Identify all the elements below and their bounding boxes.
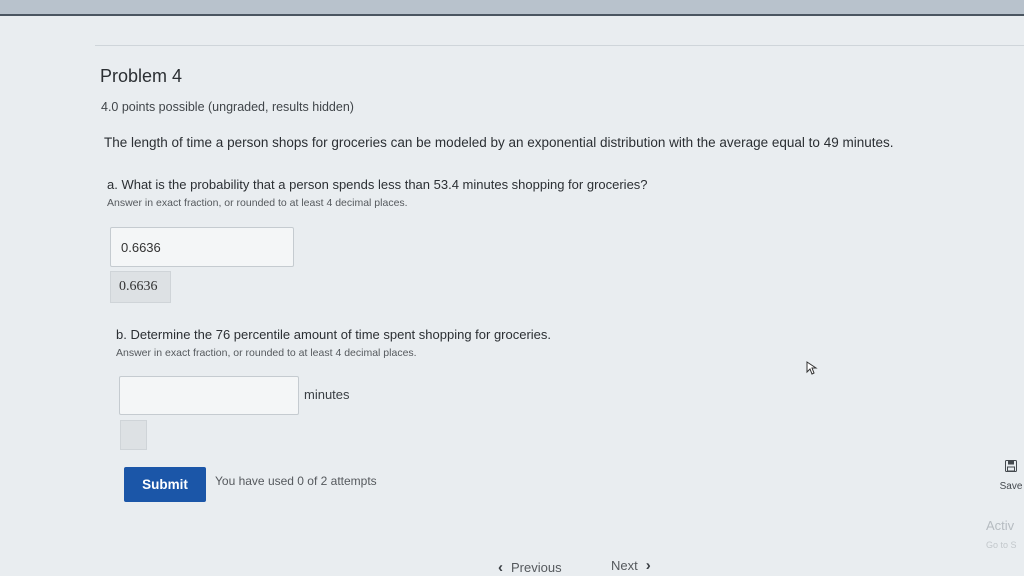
part-b-hint: Answer in exact fraction, or rounded to … (116, 347, 417, 359)
part-a-hint: Answer in exact fraction, or rounded to … (107, 197, 408, 209)
submit-button[interactable]: Submit (124, 467, 206, 502)
part-b-answer-preview (120, 420, 147, 450)
previous-button[interactable]: ‹ Previous (498, 559, 562, 576)
problem-title: Problem 4 (100, 66, 183, 86)
top-divider (0, 14, 1024, 16)
save-label: Save (999, 481, 1023, 492)
points-possible: 4.0 points possible (ungraded, results h… (101, 100, 354, 114)
part-a-answer-preview: 0.6636 (110, 271, 171, 303)
content-divider (95, 45, 1024, 46)
browser-top-strip (0, 0, 1024, 14)
part-b-label: b. Determine the 76 percentile amount of… (116, 327, 552, 342)
next-button[interactable]: Next › (611, 557, 651, 574)
save-icon (1005, 460, 1017, 472)
activation-watermark-sub: Go to S (986, 540, 1017, 550)
part-b-units: minutes (304, 387, 350, 402)
part-a-label: a. What is the probability that a person… (107, 177, 648, 192)
part-a-answer-input[interactable] (110, 227, 294, 267)
next-label: Next (611, 558, 638, 573)
activation-watermark: Activ (986, 518, 1015, 533)
question-text: The length of time a person shops for gr… (104, 135, 894, 150)
previous-label: Previous (511, 560, 562, 575)
save-button[interactable]: Save (996, 460, 1024, 494)
part-b-answer-input[interactable] (119, 376, 299, 415)
attempts-status: You have used 0 of 2 attempts (215, 474, 377, 488)
chevron-left-icon: ‹ (498, 559, 503, 576)
mouse-pointer-icon (806, 361, 818, 375)
chevron-right-icon: › (645, 557, 651, 574)
